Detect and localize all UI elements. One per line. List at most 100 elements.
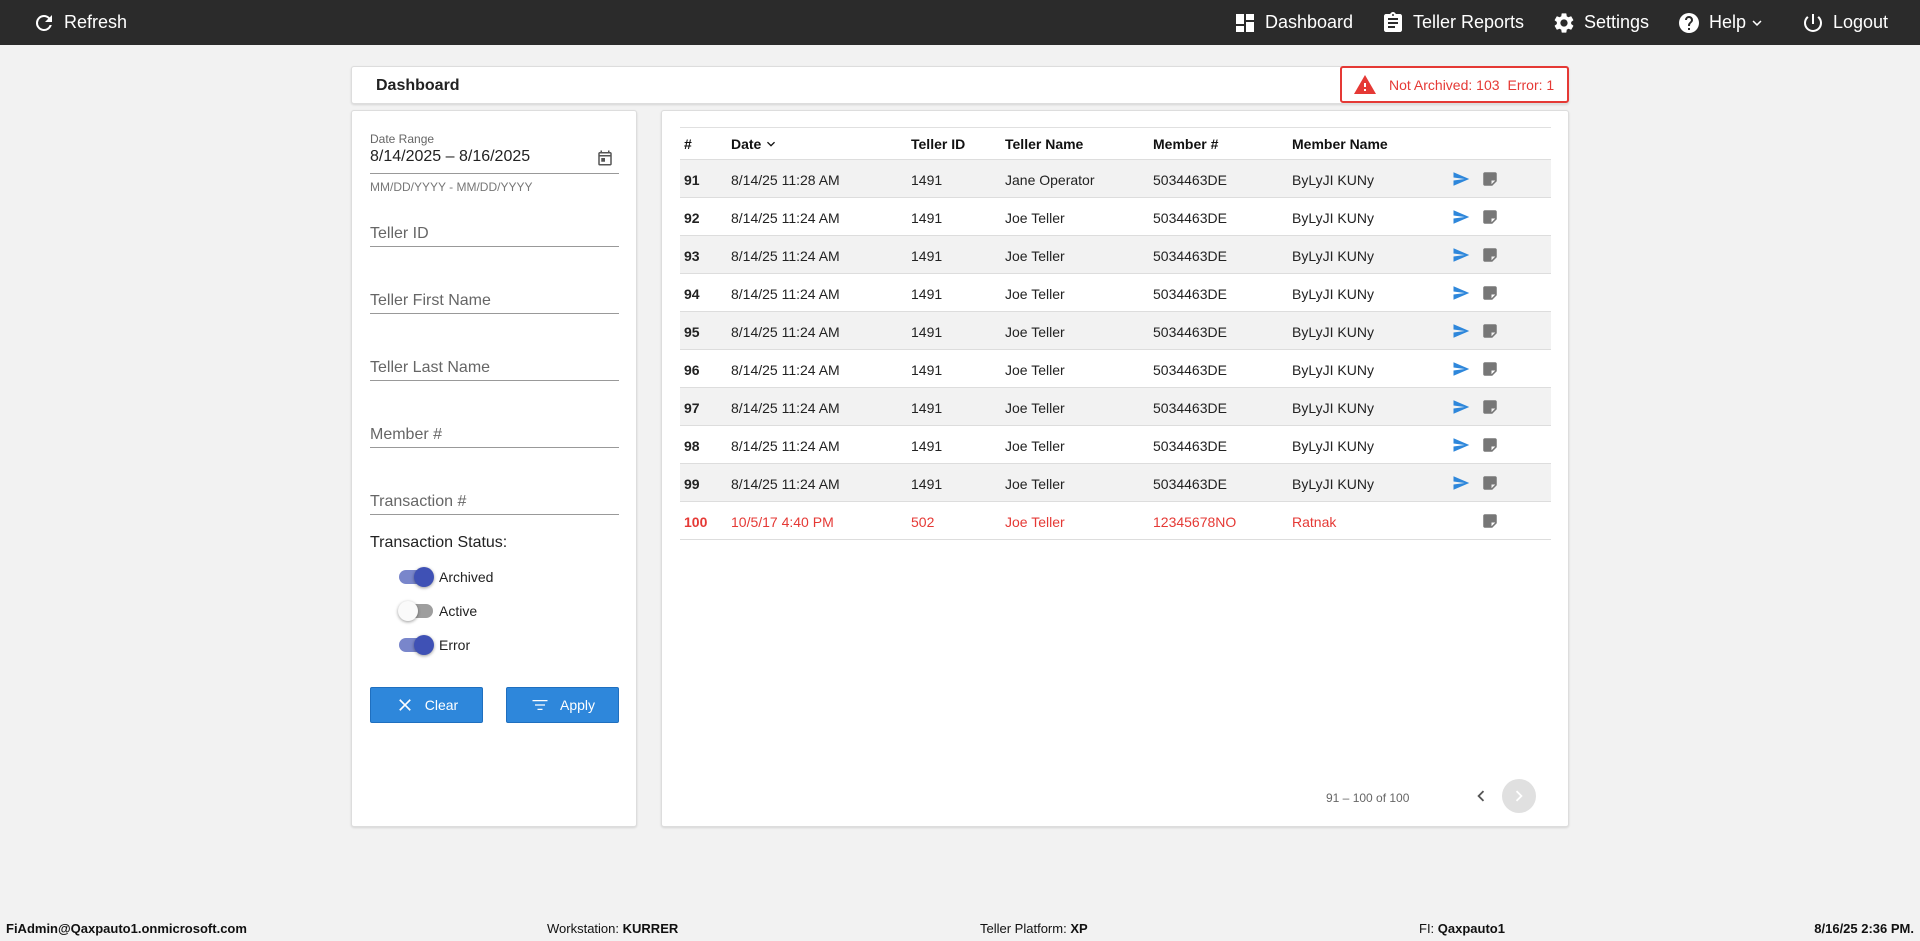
calendar-icon[interactable] bbox=[596, 149, 614, 167]
table-row[interactable]: 96 8/14/25 11:24 AM 1491 Joe Teller 5034463D… bbox=[680, 350, 1551, 388]
send-icon[interactable] bbox=[1452, 436, 1470, 454]
transaction-status-label: Transaction Status: bbox=[370, 534, 508, 551]
footer-fi-value: Qaxpauto1 bbox=[1437, 921, 1505, 936]
note-icon[interactable] bbox=[1481, 436, 1499, 454]
cell-number: 91 bbox=[684, 172, 700, 188]
cell-number: 94 bbox=[684, 286, 700, 302]
cell-member-number: 5034463DE bbox=[1153, 172, 1227, 188]
cell-member-name: ByLyJI KUNy bbox=[1292, 248, 1374, 264]
send-icon[interactable] bbox=[1452, 284, 1470, 302]
cell-date: 8/14/25 11:24 AM bbox=[731, 248, 840, 264]
send-icon[interactable] bbox=[1452, 360, 1470, 378]
send-icon[interactable] bbox=[1452, 322, 1470, 340]
nav-settings[interactable]: Settings bbox=[1552, 0, 1649, 45]
cell-teller-name: Joe Teller bbox=[1005, 210, 1065, 226]
table-row[interactable]: 93 8/14/25 11:24 AM 1491 Joe Teller 5034463D… bbox=[680, 236, 1551, 274]
table-row[interactable]: 95 8/14/25 11:24 AM 1491 Joe Teller 5034463D… bbox=[680, 312, 1551, 350]
status-footer: FiAdmin@Qaxpauto1.onmicrosoft.com Workst… bbox=[0, 915, 1920, 941]
note-icon[interactable] bbox=[1481, 208, 1499, 226]
cell-date: 8/14/25 11:24 AM bbox=[731, 286, 840, 302]
toggle-error[interactable]: Error bbox=[399, 633, 470, 657]
header-teller-name: Teller Name bbox=[1005, 136, 1084, 152]
nav-teller-reports[interactable]: Teller Reports bbox=[1381, 0, 1524, 45]
footer-platform-value: XP bbox=[1070, 921, 1088, 936]
teller-first-name-field[interactable] bbox=[370, 288, 619, 314]
toggle-archived[interactable]: Archived bbox=[399, 565, 493, 589]
cell-member-number: 12345678NO bbox=[1153, 514, 1237, 530]
error-switch[interactable] bbox=[399, 635, 434, 655]
table-row[interactable]: 100 10/5/17 4:40 PM 502 Joe Teller 12345678N… bbox=[680, 502, 1551, 540]
cell-teller-name: Joe Teller bbox=[1005, 400, 1065, 416]
clear-button[interactable]: Clear bbox=[370, 687, 483, 723]
cell-teller-id: 1491 bbox=[911, 286, 943, 302]
cell-member-name: ByLyJI KUNy bbox=[1292, 438, 1374, 454]
table-row[interactable]: 99 8/14/25 11:24 AM 1491 Joe Teller 5034463D… bbox=[680, 464, 1551, 502]
table-row[interactable]: 92 8/14/25 11:24 AM 1491 Joe Teller 5034463D… bbox=[680, 198, 1551, 236]
nav-dashboard[interactable]: Dashboard bbox=[1233, 0, 1353, 45]
cell-number: 92 bbox=[684, 210, 700, 226]
chevron-right-icon bbox=[1515, 790, 1523, 802]
note-icon[interactable] bbox=[1481, 360, 1499, 378]
note-icon[interactable] bbox=[1481, 284, 1499, 302]
clipboard-icon bbox=[1384, 11, 1402, 32]
note-icon[interactable] bbox=[1481, 512, 1499, 530]
next-page-button[interactable] bbox=[1502, 779, 1536, 813]
archived-label: Archived bbox=[439, 569, 494, 585]
error-label: Error: bbox=[1507, 76, 1543, 93]
logout-label: Logout bbox=[1833, 12, 1889, 32]
cell-member-number: 5034463DE bbox=[1153, 248, 1227, 264]
note-icon[interactable] bbox=[1481, 246, 1499, 264]
send-icon[interactable] bbox=[1452, 398, 1470, 416]
note-icon[interactable] bbox=[1481, 474, 1499, 492]
header-member-number: Member # bbox=[1153, 136, 1219, 152]
archived-switch[interactable] bbox=[399, 567, 434, 587]
footer-user-value: FiAdmin@Qaxpauto1.onmicrosoft.com bbox=[6, 921, 247, 936]
cell-date: 8/14/25 11:24 AM bbox=[731, 362, 840, 378]
warning-icon bbox=[1354, 74, 1376, 94]
cell-member-name: Ratnak bbox=[1292, 514, 1337, 530]
footer-fi-label: FI: bbox=[1419, 921, 1435, 936]
archive-status-badge[interactable]: Not Archived: 103 Error: 1 bbox=[1340, 66, 1569, 103]
footer-workstation-label: Workstation: bbox=[547, 921, 620, 936]
note-icon[interactable] bbox=[1481, 398, 1499, 416]
cell-teller-id: 1491 bbox=[911, 172, 943, 188]
cell-member-number: 5034463DE bbox=[1153, 210, 1227, 226]
help-icon bbox=[1679, 12, 1699, 33]
cell-number: 97 bbox=[684, 400, 700, 416]
footer-datetime-value: 8/16/25 2:36 PM. bbox=[1814, 921, 1914, 936]
send-icon[interactable] bbox=[1452, 170, 1470, 188]
table-row[interactable]: 97 8/14/25 11:24 AM 1491 Joe Teller 5034463D… bbox=[680, 388, 1551, 426]
teller-id-field[interactable] bbox=[370, 221, 619, 247]
cell-teller-name: Joe Teller bbox=[1005, 286, 1065, 302]
teller-last-name-field[interactable] bbox=[370, 355, 619, 381]
send-icon[interactable] bbox=[1452, 208, 1470, 226]
apply-button[interactable]: Apply bbox=[506, 687, 619, 723]
error-status-label: Error bbox=[439, 637, 471, 653]
cell-teller-id: 1491 bbox=[911, 476, 943, 492]
cell-member-name: ByLyJI KUNy bbox=[1292, 400, 1374, 416]
chevron-down-icon bbox=[767, 141, 776, 147]
table-row[interactable]: 91 8/14/25 11:28 AM 1491 Jane Operator 50344… bbox=[680, 160, 1551, 198]
cell-teller-id: 1491 bbox=[911, 400, 943, 416]
send-icon[interactable] bbox=[1452, 246, 1470, 264]
toggle-active[interactable]: Active bbox=[398, 599, 477, 623]
header-date-label: Date bbox=[731, 136, 762, 152]
table-row[interactable]: 94 8/14/25 11:24 AM 1491 Joe Teller 5034463D… bbox=[680, 274, 1551, 312]
table-row[interactable]: 98 8/14/25 11:24 AM 1491 Joe Teller 5034463D… bbox=[680, 426, 1551, 464]
cell-member-number: 5034463DE bbox=[1153, 286, 1227, 302]
filter-icon bbox=[532, 700, 548, 710]
cell-member-name: ByLyJI KUNy bbox=[1292, 172, 1374, 188]
transaction-number-field[interactable] bbox=[370, 489, 619, 515]
previous-page-button[interactable] bbox=[1464, 779, 1498, 813]
member-number-field[interactable] bbox=[370, 422, 619, 448]
note-icon[interactable] bbox=[1481, 322, 1499, 340]
nav-help[interactable]: Help bbox=[1677, 0, 1766, 45]
refresh-button[interactable]: Refresh bbox=[32, 0, 127, 45]
note-icon[interactable] bbox=[1481, 170, 1499, 188]
header-date[interactable]: Date bbox=[731, 136, 779, 152]
logout-button[interactable]: Logout bbox=[1801, 0, 1888, 45]
cell-teller-name: Joe Teller bbox=[1005, 438, 1065, 454]
send-icon[interactable] bbox=[1452, 474, 1470, 492]
date-range-input[interactable]: 8/14/2025 – 8/16/2025 bbox=[370, 148, 530, 166]
active-switch[interactable] bbox=[398, 601, 433, 621]
